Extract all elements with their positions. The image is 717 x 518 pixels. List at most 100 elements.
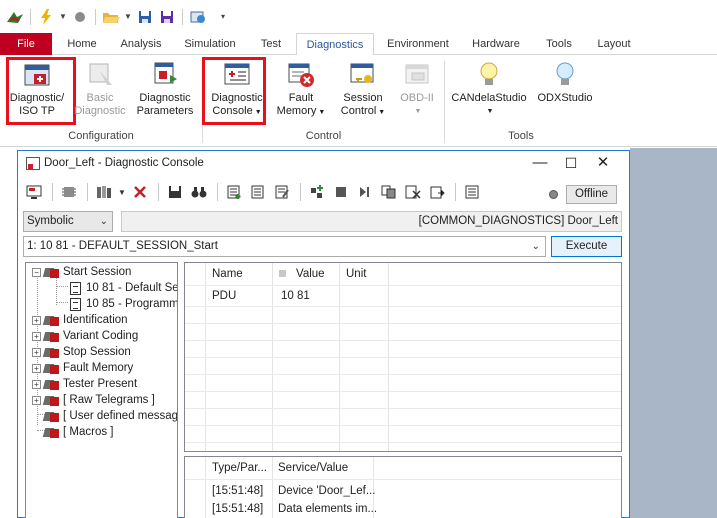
folder-icon [42,346,60,358]
column-header-type[interactable]: Type/Par... [212,457,267,479]
stop-icon[interactable] [330,182,352,202]
tree-item-start-session[interactable]: − Start Session [32,264,131,280]
basic-diagnostic-icon [85,59,115,89]
tree-item-stop-session[interactable]: + Stop Session [32,344,131,360]
expand-icon[interactable]: + [32,379,41,389]
tree-item-identification[interactable]: + Identification [32,312,128,328]
list-icon[interactable] [247,182,269,202]
expand-icon[interactable]: + [32,363,41,373]
tab-simulation[interactable]: Simulation [176,33,244,55]
grid-line [272,457,273,518]
tab-analysis[interactable]: Analysis [112,33,170,55]
record-icon[interactable] [69,6,91,28]
edit-list-icon[interactable] [271,182,293,202]
chevron-down-icon: ▼ [486,108,494,115]
fault-memory-label-2: Memory ▼ [276,105,326,117]
session-control-label-1: Session [343,92,383,104]
tab-file[interactable]: File [0,33,52,55]
collapse-icon[interactable]: − [32,267,41,277]
mode-select[interactable]: Symbolic ⌄ [23,211,113,232]
group-tools-label: Tools [508,130,534,142]
copy-icon[interactable] [378,182,400,202]
log-message-cell: Data elements im... [278,503,378,515]
tree-item-programming-session[interactable]: 10 85 - Programming Session [70,296,177,312]
lightning-icon[interactable] [35,6,57,28]
mode-select-value: Symbolic [27,215,74,227]
binoculars-icon[interactable] [188,182,210,202]
column-header-value[interactable]: Value [279,263,325,285]
document-icon [70,297,81,311]
expand-icon[interactable]: + [32,331,41,341]
basic-diagnostic-button[interactable]: Basic Diagnostic [72,59,128,118]
save-all-icon[interactable] [156,6,178,28]
separator [87,183,88,201]
highlight-frame [202,57,266,125]
log-time-cell: [15:51:48] [212,485,264,497]
tree-item-macros[interactable]: [ Macros ] [42,424,113,440]
close-button[interactable]: ✕ [588,151,618,175]
tree-item-tester-present[interactable]: + Tester Present [32,376,137,392]
separator [455,183,456,201]
expand-icon[interactable]: + [32,315,41,325]
fault-memory-button[interactable]: Fault Memory ▼ [272,59,330,119]
folder-icon [42,330,60,342]
clear-icon[interactable] [402,182,424,202]
column-header-name[interactable]: Name [212,263,243,285]
tree-item-variant-coding[interactable]: + Variant Coding [32,328,138,344]
step-icon[interactable] [354,182,376,202]
group-control-label: Control [305,130,342,142]
ecu-icon[interactable] [58,182,80,202]
expand-icon[interactable]: + [32,395,41,405]
candelastudio-button[interactable]: CANdelaStudio ▼ [450,59,528,118]
column-header-service[interactable]: Service/Value [278,457,348,479]
console-view-icon[interactable] [23,182,45,202]
books-icon[interactable] [93,182,115,202]
execute-button[interactable]: Execute [551,236,622,257]
chevron-down-icon[interactable]: ▼ [117,182,127,202]
maximize-button[interactable]: ☐ [556,151,586,175]
tree-item-default-session[interactable]: 10 81 - Default Session [70,280,177,296]
globe-icon[interactable] [187,6,209,28]
column-header-unit[interactable]: Unit [346,263,366,285]
tree-item-user-defined-messages[interactable]: [ User defined messages ] [42,408,177,424]
sort-icon [279,270,286,278]
lightbulb-icon [474,59,504,89]
tab-environment[interactable]: Environment [380,33,456,55]
tab-test[interactable]: Test [250,33,292,55]
tab-layout[interactable]: Layout [588,33,640,55]
tree-line [56,302,68,303]
save-icon[interactable] [134,6,156,28]
list-add-icon[interactable] [223,182,245,202]
separator [95,8,96,25]
folder-icon [42,266,60,278]
offline-button[interactable]: Offline [566,185,617,204]
expand-icon[interactable]: + [32,347,41,357]
request-combobox[interactable]: 1: 10 81 - DEFAULT_SESSION_Start ⌄ [23,236,546,257]
tab-home[interactable]: Home [58,33,106,55]
delete-icon[interactable] [129,182,151,202]
chevron-down-icon[interactable]: ▼ [57,12,69,21]
minimize-button[interactable]: — [525,151,555,175]
folder-icon [42,410,60,422]
tab-diagnostics[interactable]: Diagnostics [296,33,374,56]
customize-qat-icon[interactable]: ▾ [217,12,229,21]
tab-tools[interactable]: Tools [536,33,582,55]
save-icon[interactable] [164,182,186,202]
open-folder-icon[interactable] [100,6,122,28]
chevron-down-icon[interactable]: ▼ [122,12,134,21]
folder-icon [42,426,60,438]
obd-ii-icon [402,59,432,89]
session-control-button[interactable]: Session Control ▼ [334,59,392,119]
tree-item-fault-memory[interactable]: + Fault Memory [32,360,133,376]
obd-ii-button[interactable]: OBD-II ▼ [394,59,440,118]
notes-icon[interactable] [461,182,483,202]
param-value-cell[interactable]: 10 81 [281,290,310,302]
separator [158,183,159,201]
window-title: Door_Left - Diagnostic Console [44,157,204,169]
tree-item-raw-telegrams[interactable]: + [ Raw Telegrams ] [32,392,155,408]
odxstudio-button[interactable]: ODXStudio [534,59,596,105]
tab-hardware[interactable]: Hardware [464,33,528,55]
export-icon[interactable] [426,182,448,202]
diagnostic-parameters-button[interactable]: Diagnostic Parameters [134,59,196,118]
tree-add-icon[interactable] [306,182,328,202]
